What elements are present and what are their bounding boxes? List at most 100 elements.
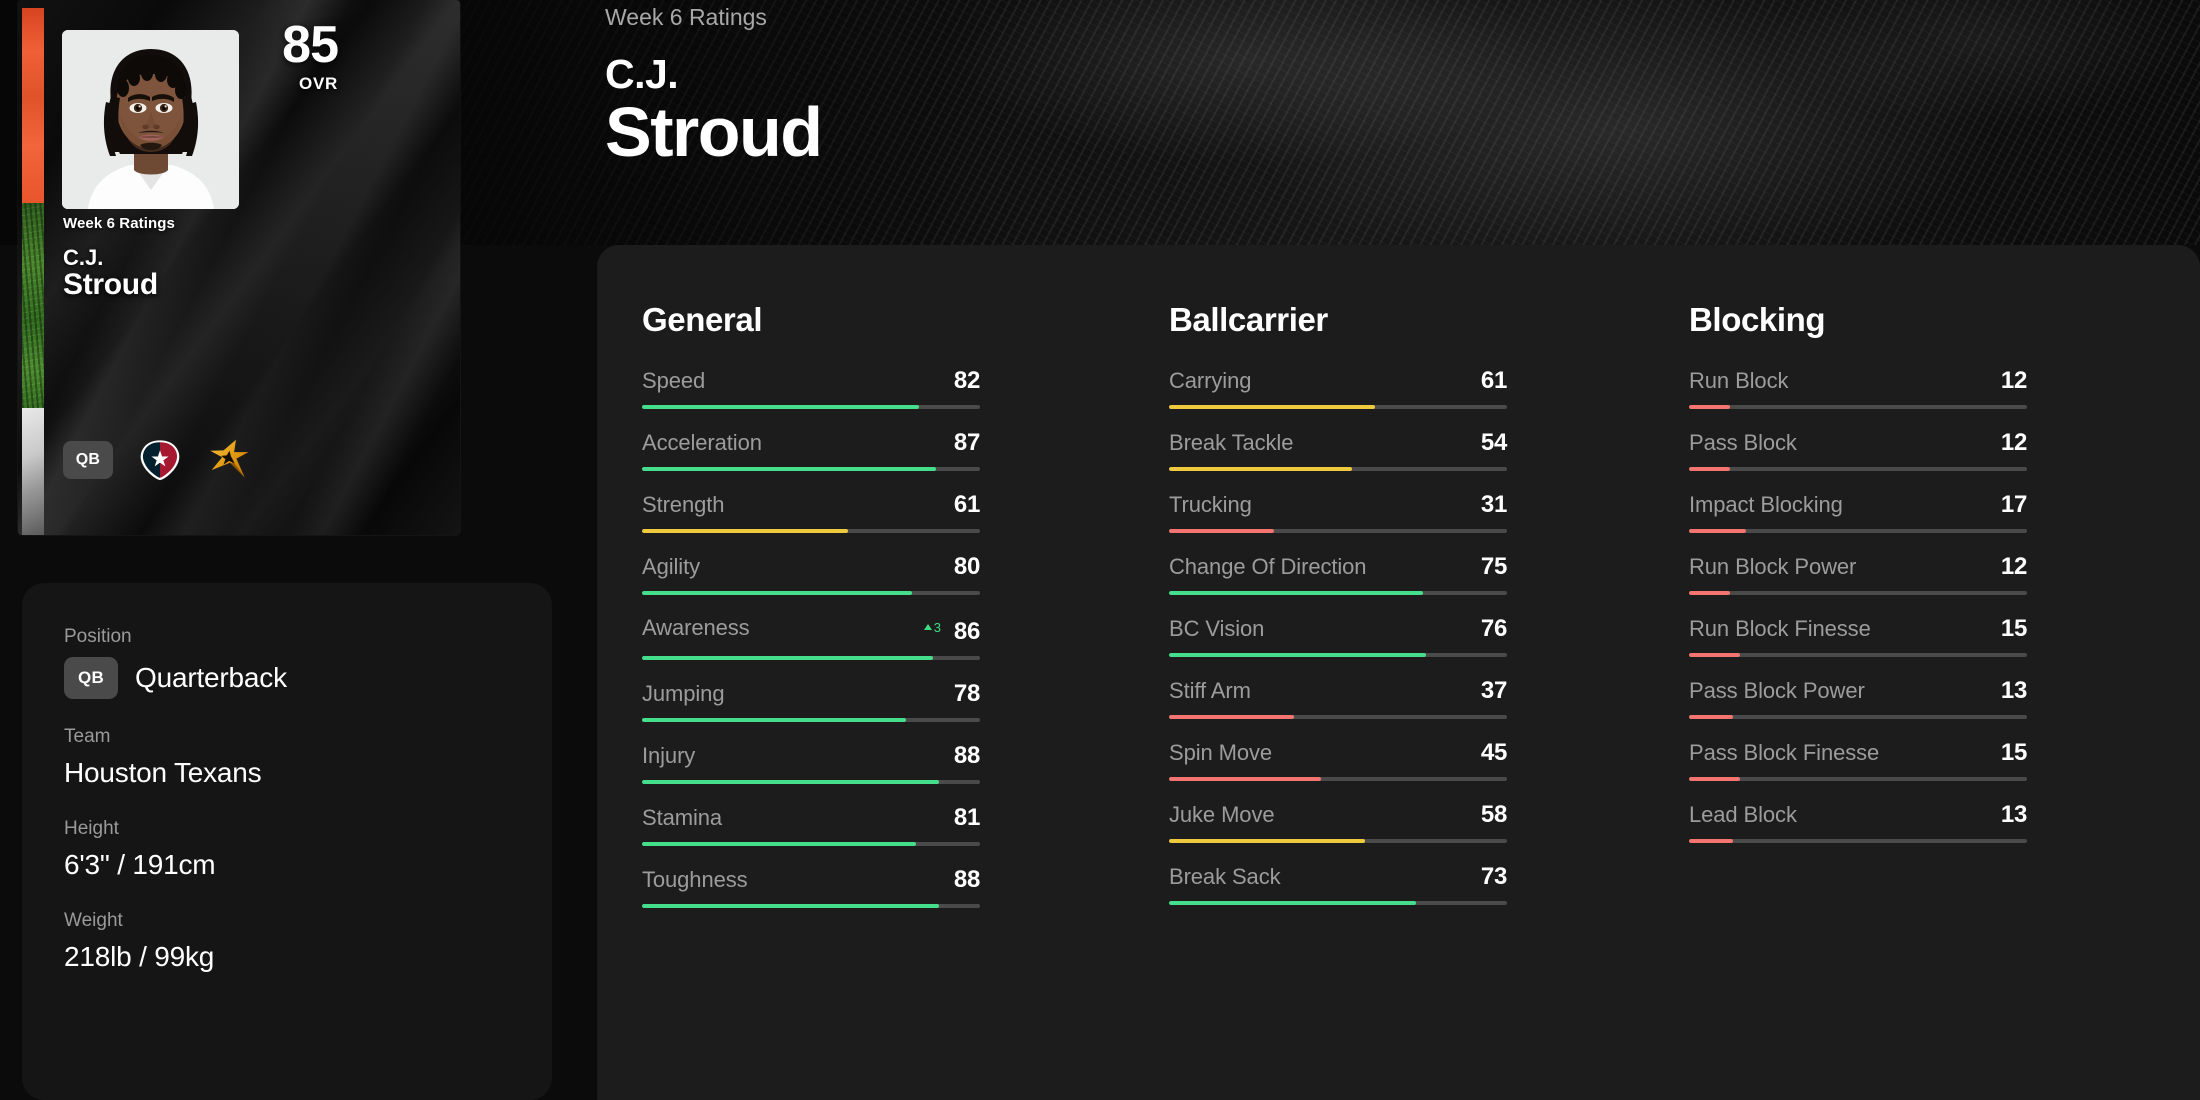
info-height: Height 6'3" / 191cm bbox=[64, 818, 552, 881]
card-eyebrow: Week 6 Ratings bbox=[63, 215, 175, 232]
attribute-row: Injury 88 bbox=[642, 742, 980, 784]
attribute-name: Pass Block bbox=[1689, 430, 1797, 455]
attribute-value-group: 58 bbox=[1473, 801, 1507, 829]
attribute-row: Acceleration 87 bbox=[642, 429, 980, 471]
attribute-row-header: Spin Move 45 bbox=[1169, 739, 1507, 767]
attribute-value-group: 76 bbox=[1473, 615, 1507, 643]
attribute-row: Carrying 61 bbox=[1169, 367, 1507, 409]
attribute-bar-track bbox=[642, 656, 980, 660]
attribute-value: 12 bbox=[2000, 553, 2027, 580]
card-last-name: Stroud bbox=[63, 268, 158, 301]
attribute-row-header: Juke Move 58 bbox=[1169, 801, 1507, 829]
attribute-row-header: Toughness 88 bbox=[642, 866, 980, 894]
attribute-value-group: 17 bbox=[1993, 491, 2027, 519]
attribute-name: Carrying bbox=[1169, 368, 1252, 393]
attribute-value-group: 61 bbox=[946, 491, 980, 519]
player-portrait bbox=[62, 30, 239, 209]
attribute-bar-track bbox=[1689, 529, 2027, 533]
attribute-value: 82 bbox=[953, 367, 980, 394]
attribute-bar-fill bbox=[642, 591, 913, 595]
position-badge[interactable]: QB bbox=[63, 441, 113, 479]
attribute-name: Pass Block Finesse bbox=[1689, 740, 1880, 765]
attribute-row-header: Run Block Power 12 bbox=[1689, 553, 2027, 581]
attribute-value: 54 bbox=[1480, 429, 1507, 456]
attribute-value-group: 82 bbox=[946, 367, 980, 395]
attribute-row-header: BC Vision 76 bbox=[1169, 615, 1507, 643]
attribute-row-header: Pass Block Power 13 bbox=[1689, 677, 2027, 705]
attribute-row-header: Speed 82 bbox=[642, 367, 980, 395]
attribute-row-header: Awareness 3 86 bbox=[642, 615, 980, 646]
attribute-value-group: 80 bbox=[946, 553, 980, 581]
attribute-row: Toughness 88 bbox=[642, 866, 980, 908]
delta-triangle-up-icon bbox=[923, 624, 932, 630]
attribute-row-header: Break Sack 73 bbox=[1169, 863, 1507, 891]
attribute-bar-track bbox=[642, 904, 980, 908]
attribute-bar-track bbox=[1169, 591, 1507, 595]
attribute-value: 45 bbox=[1480, 739, 1507, 766]
attribute-bar-track bbox=[1169, 405, 1507, 409]
attribute-bar-fill bbox=[1689, 405, 1730, 409]
attribute-row-header: Lead Block 13 bbox=[1689, 801, 2027, 829]
attribute-bar-track bbox=[1169, 653, 1507, 657]
player-card[interactable]: 85 OVR Week 6 Ratings C.J. Stroud QB bbox=[18, 0, 460, 535]
page-header: Week 6 Ratings C.J. Stroud bbox=[605, 0, 823, 171]
attribute-column-title: General bbox=[642, 301, 763, 338]
attribute-row: Pass Block Power 13 bbox=[1689, 677, 2027, 719]
attribute-bar-fill bbox=[642, 904, 940, 908]
attribute-value-group: 15 bbox=[1993, 615, 2027, 643]
info-position: Position QB Quarterback bbox=[64, 626, 552, 699]
info-height-value: 6'3" / 191cm bbox=[64, 849, 216, 880]
attribute-value: 80 bbox=[953, 553, 980, 580]
attribute-value: 75 bbox=[1480, 553, 1507, 580]
attribute-value: 73 bbox=[1480, 863, 1507, 890]
sideline-white-band bbox=[22, 408, 44, 535]
attribute-row: Lead Block 13 bbox=[1689, 801, 2027, 843]
attribute-name: BC Vision bbox=[1169, 616, 1265, 641]
attribute-bar-fill bbox=[1689, 591, 1730, 595]
attribute-value: 87 bbox=[953, 429, 980, 456]
info-weight-label: Weight bbox=[64, 910, 123, 931]
attribute-value: 17 bbox=[2000, 491, 2027, 518]
attribute-name: Run Block Finesse bbox=[1689, 616, 1871, 641]
endzone-orange-band bbox=[22, 8, 44, 203]
attribute-row-header: Injury 88 bbox=[642, 742, 980, 770]
attribute-value-group: 54 bbox=[1473, 429, 1507, 457]
attribute-bar-track bbox=[1689, 653, 2027, 657]
attribute-name: Run Block bbox=[1689, 368, 1789, 393]
attribute-row: Break Sack 73 bbox=[1169, 863, 1507, 905]
attribute-row-header: Agility 80 bbox=[642, 553, 980, 581]
attribute-name: Break Tackle bbox=[1169, 430, 1294, 455]
attribute-bar-fill bbox=[1689, 715, 1733, 719]
info-team-label: Team bbox=[64, 726, 111, 747]
attribute-bar-fill bbox=[1169, 467, 1352, 471]
attribute-row-header: Stiff Arm 37 bbox=[1169, 677, 1507, 705]
attribute-value-group: 87 bbox=[946, 429, 980, 457]
attribute-delta-up-icon: 3 bbox=[923, 620, 941, 635]
attribute-row: Spin Move 45 bbox=[1169, 739, 1507, 781]
attribute-bar-fill bbox=[1169, 715, 1295, 719]
attribute-name: Pass Block Power bbox=[1689, 678, 1865, 703]
attribute-bar-fill bbox=[642, 842, 916, 846]
attribute-row: Run Block Power 12 bbox=[1689, 553, 2027, 595]
page-title: Stroud bbox=[605, 93, 823, 171]
superstar-xfactor-star-icon[interactable] bbox=[207, 437, 253, 483]
houston-texans-logo[interactable] bbox=[137, 439, 183, 481]
info-team: Team Houston Texans bbox=[64, 726, 552, 789]
info-position-value: Quarterback bbox=[135, 662, 287, 693]
player-attributes-panel: General Speed 82 Acceleration 87 Strength 61 Ag… bbox=[597, 245, 2200, 1100]
attribute-row-header: Strength 61 bbox=[642, 491, 980, 519]
stadium-photo-strip bbox=[22, 8, 44, 535]
attribute-bar-track bbox=[1169, 839, 1507, 843]
attribute-column-blocking: Blocking Run Block 12 Pass Block 12 Impact Bl… bbox=[1644, 301, 2164, 928]
attribute-value-group: 75 bbox=[1473, 553, 1507, 581]
attribute-row: Break Tackle 54 bbox=[1169, 429, 1507, 471]
attribute-row-header: Change Of Direction 75 bbox=[1169, 553, 1507, 581]
attribute-name: Lead Block bbox=[1689, 802, 1797, 827]
attribute-bar-fill bbox=[1169, 901, 1416, 905]
attribute-bar-track bbox=[1689, 591, 2027, 595]
player-info-panel: Position QB Quarterback Team Houston Tex… bbox=[22, 583, 552, 1100]
attribute-bar-track bbox=[1689, 839, 2027, 843]
player-ratings-page: Week 6 Ratings C.J. Stroud 85 OVR Week 6… bbox=[0, 0, 2200, 1100]
attribute-bar-fill bbox=[1689, 529, 1747, 533]
attribute-value-group: 45 bbox=[1473, 739, 1507, 767]
